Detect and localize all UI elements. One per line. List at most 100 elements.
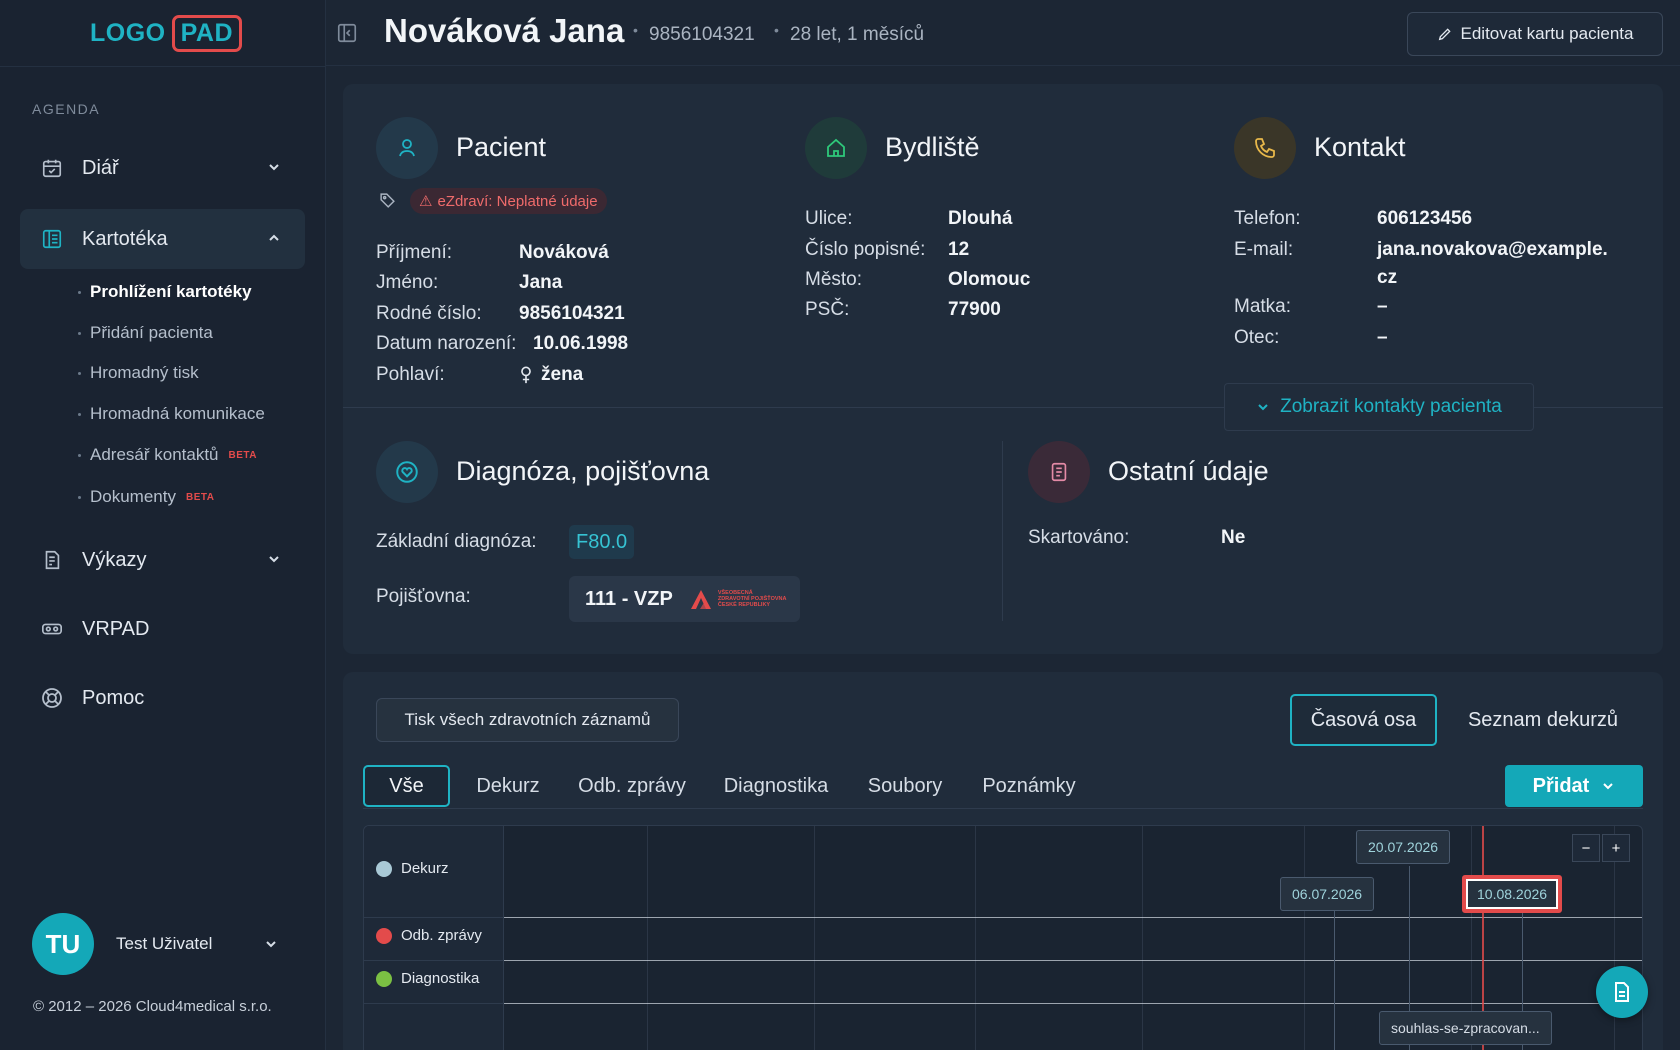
warning-icon: ⚠ [419, 193, 433, 210]
timeline-event[interactable]: 20.07.2026 [1356, 830, 1451, 864]
subitem-dokumenty[interactable]: Dokumenty BETA [78, 487, 214, 507]
timeline-event-selected[interactable]: 10.08.2026 [1462, 875, 1563, 913]
bullet [78, 412, 81, 416]
vzp-logo-mark [690, 590, 711, 609]
zoom-in-button[interactable]: + [1602, 834, 1630, 862]
section-title-patient: Pacient [456, 132, 547, 162]
tab-poznamky[interactable]: Poznámky [969, 765, 1089, 807]
value-skartovano: Ne [1221, 527, 1246, 548]
bullet [78, 371, 81, 375]
separator-dot: • [633, 22, 638, 38]
sidebar-item-label: VRPAD [82, 617, 150, 640]
tab-diagnostika[interactable]: Diagnostika [711, 765, 841, 807]
value-pohlavi: žena [519, 364, 583, 386]
subitem-hromadna-komunikace[interactable]: Hromadná komunikace [78, 404, 265, 424]
section-vertical-divider [1002, 441, 1003, 621]
subitem-adresar[interactable]: Adresář kontaktů BETA [78, 445, 257, 465]
calendar-icon [40, 156, 64, 180]
sidebar-item-vykazy[interactable]: Výkazy [20, 530, 305, 590]
timeline-row-dekurz: Dekurz [376, 860, 449, 877]
header: Nováková Jana • 9856104321 • 28 let, 1 m… [326, 0, 1680, 66]
floating-document-button[interactable] [1596, 966, 1648, 1018]
timeline-file-event[interactable]: souhlas-se-zpracovan... [1379, 1011, 1552, 1045]
sidebar-item-diar[interactable]: Diář [20, 138, 305, 198]
timeline-axis-line [504, 960, 1642, 961]
sidebar-item-pomoc[interactable]: Pomoc [20, 668, 305, 728]
timeline-event[interactable]: 06.07.2026 [1280, 877, 1375, 911]
timeline-row-label: Dekurz [401, 860, 449, 877]
chevron-down-icon [269, 556, 279, 563]
legend-dot [376, 970, 392, 987]
ezdravi-warning-badge[interactable]: ⚠ eZdraví: Neplatné údaje [410, 188, 607, 214]
value-otec: – [1377, 327, 1388, 348]
show-contacts-button[interactable]: Zobrazit kontakty pacienta [1224, 383, 1534, 431]
sidebar-collapse-icon[interactable] [336, 22, 358, 44]
label-jmeno: Jméno: [376, 272, 439, 293]
subitem-label: Adresář kontaktů [90, 445, 219, 464]
subitem-label: Prohlížení kartotéky [90, 282, 252, 301]
person-icon [399, 139, 415, 157]
sidebar-item-vrpad[interactable]: VRPAD [20, 599, 305, 659]
label-skartovano: Skartováno: [1028, 527, 1130, 548]
timeline[interactable]: Dekurz Odb. zprávy Diagnostika 20.07.202… [363, 825, 1643, 1050]
value-telefon: 606123456 [1377, 208, 1473, 229]
timeline-row-divider [364, 917, 504, 918]
bullet [78, 290, 81, 294]
subitem-pridani[interactable]: Přidání pacienta [78, 323, 213, 343]
label-zakladni-diagnoza: Základní diagnóza: [376, 531, 537, 552]
sidebar-item-kartoteka[interactable]: Kartotéka [20, 209, 305, 269]
value-psc: 77900 [948, 299, 1001, 320]
subitem-hromadny-tisk[interactable]: Hromadný tisk [78, 363, 199, 383]
view-timeline-button[interactable]: Časová osa [1290, 694, 1437, 746]
chevron-down-icon [1603, 783, 1614, 790]
subitem-label: Hromadný tisk [90, 363, 199, 382]
vzp-logo-text-line: ČESKÉ REPUBLIKY [717, 602, 771, 608]
timeline-axis-line [504, 917, 1642, 918]
document-icon [1051, 462, 1067, 482]
tab-dekurz[interactable]: Dekurz [463, 765, 553, 807]
zoom-out-button[interactable]: − [1572, 834, 1600, 862]
label-telefon: Telefon: [1234, 208, 1301, 229]
sidebar-item-label: Pomoc [82, 686, 145, 709]
subitem-prohlizeni[interactable]: Prohlížení kartotéky [78, 282, 252, 302]
value-pohlavi-text: žena [541, 364, 584, 385]
label-pojistovna: Pojišťovna: [376, 586, 471, 607]
legend-dot [376, 860, 392, 877]
timeline-grid-line [814, 826, 815, 1050]
bullet [78, 495, 81, 499]
heart-badge-icon [396, 461, 418, 483]
chevron-up-icon [269, 234, 279, 241]
label-mesto: Město: [805, 269, 863, 290]
phone-icon [1255, 138, 1275, 158]
sidebar: LOGO PAD AGENDA Diář Kartotéka Prohlížen… [0, 0, 326, 1050]
header-age: 28 let, 1 měsíců [790, 24, 925, 45]
lifebuoy-icon [40, 686, 64, 710]
address-icon-circle [805, 117, 867, 179]
logo[interactable]: LOGO PAD [90, 13, 243, 53]
add-record-label: Přidat [1532, 774, 1590, 797]
logo-part-2: PAD [171, 14, 243, 52]
print-all-records-button[interactable]: Tisk všech zdravotních záznamů [376, 698, 679, 742]
diagnosis-code-chip[interactable]: F80.0 [569, 525, 635, 559]
tab-vse[interactable]: Vše [363, 765, 450, 807]
section-title-other: Ostatní údaje [1108, 456, 1269, 486]
timeline-row-label: Diagnostika [401, 970, 480, 987]
copyright: © 2012 – 2026 Cloud4medical s.r.o. [33, 998, 272, 1015]
label-pohlavi: Pohlaví: [376, 364, 445, 385]
logo-part-1: LOGO [90, 18, 166, 47]
user-menu[interactable]: TU Test Uživatel [32, 913, 276, 975]
tab-soubory[interactable]: Soubory [855, 765, 955, 807]
vr-headset-icon [40, 617, 64, 641]
value-rodne-cislo: 9856104321 [519, 303, 625, 324]
label-rodne-cislo: Rodné číslo: [376, 303, 482, 324]
tag-icon[interactable] [379, 192, 396, 209]
sidebar-item-label: Diář [82, 156, 119, 179]
timeline-row-divider [364, 1003, 504, 1004]
timeline-grid-line [1304, 826, 1305, 1050]
edit-patient-button[interactable]: Editovat kartu pacienta [1407, 12, 1663, 56]
label-cislo-popisne: Číslo popisné: [805, 239, 926, 260]
tab-odb-zpravy[interactable]: Odb. zprávy [567, 765, 697, 807]
value-datum-narozeni: 10.06.1998 [533, 333, 629, 354]
add-record-button[interactable]: Přidat [1505, 765, 1643, 807]
view-list-button[interactable]: Seznam dekurzů [1453, 694, 1633, 746]
